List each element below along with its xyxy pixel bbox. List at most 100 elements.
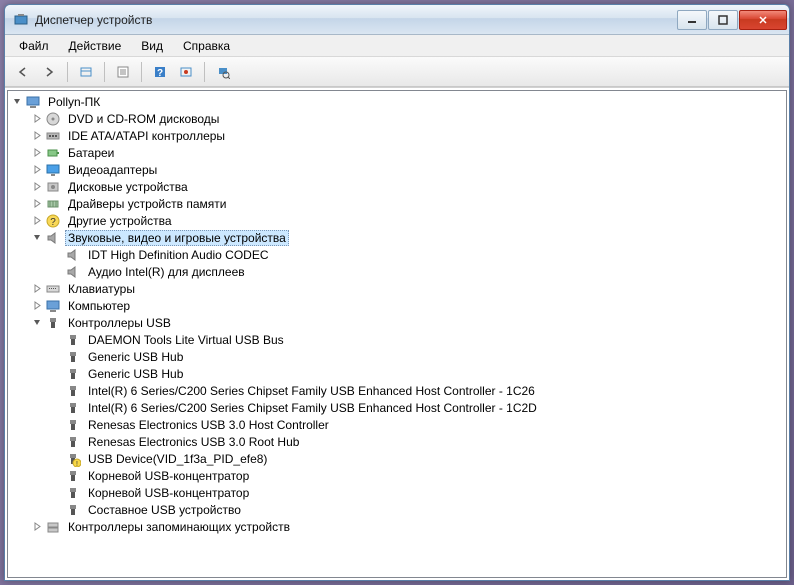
usb-icon: [65, 400, 81, 416]
tree-device-intel2[interactable]: Intel(R) 6 Series/C200 Series Chipset Fa…: [8, 399, 786, 416]
keyboard-icon: [45, 281, 61, 297]
tree-device-intel1[interactable]: Intel(R) 6 Series/C200 Series Chipset Fa…: [8, 382, 786, 399]
tree-device-roothub2[interactable]: Корневой USB-концентратор: [8, 484, 786, 501]
tree-device-renesas2[interactable]: Renesas Electronics USB 3.0 Root Hub: [8, 433, 786, 450]
expand-icon[interactable]: [32, 147, 43, 158]
properties-button[interactable]: [111, 60, 135, 84]
node-label-selected: Звуковые, видео и игровые устройства: [65, 230, 289, 246]
node-label: USB Device(VID_1f3a_PID_efe8): [85, 451, 270, 467]
tree-category-memory[interactable]: Драйверы устройств памяти: [8, 195, 786, 212]
tree-category-other[interactable]: ? Другие устройства: [8, 212, 786, 229]
tree-device-generichub2[interactable]: Generic USB Hub: [8, 365, 786, 382]
node-label: Аудио Intel(R) для дисплеев: [85, 264, 248, 280]
usb-warning-icon: !: [65, 451, 81, 467]
minimize-button[interactable]: [677, 10, 707, 30]
tree-category-keyboard[interactable]: Клавиатуры: [8, 280, 786, 297]
device-tree[interactable]: Pollyn-ПК DVD и CD-ROM дисководы IDE ATA…: [7, 90, 787, 578]
menu-action[interactable]: Действие: [61, 36, 130, 56]
node-label: Контроллеры USB: [65, 315, 174, 331]
expand-icon[interactable]: [32, 283, 43, 294]
scan-button[interactable]: [174, 60, 198, 84]
node-label: DVD и CD-ROM дисководы: [65, 111, 222, 127]
disk-icon: [45, 179, 61, 195]
tree-device-idt[interactable]: IDT High Definition Audio CODEC: [8, 246, 786, 263]
toolbar-separator: [204, 62, 205, 82]
expand-icon[interactable]: [32, 300, 43, 311]
question-icon: ?: [45, 213, 61, 229]
expand-icon[interactable]: [32, 215, 43, 226]
node-label: Дисковые устройства: [65, 179, 191, 195]
speaker-icon: [45, 230, 61, 246]
tree-category-video[interactable]: Видеоадаптеры: [8, 161, 786, 178]
toolbar-separator: [141, 62, 142, 82]
usb-icon: [65, 417, 81, 433]
tree-device-usbunknown[interactable]: !USB Device(VID_1f3a_PID_efe8): [8, 450, 786, 467]
usb-icon: [65, 366, 81, 382]
menubar: Файл Действие Вид Справка: [5, 35, 789, 57]
tree-category-dvd[interactable]: DVD и CD-ROM дисководы: [8, 110, 786, 127]
titlebar[interactable]: Диспетчер устройств: [5, 5, 789, 35]
tree-category-sound[interactable]: Звуковые, видео и игровые устройства: [8, 229, 786, 246]
usb-icon: [65, 383, 81, 399]
tree-root[interactable]: Pollyn-ПК: [8, 93, 786, 110]
usb-icon: [65, 468, 81, 484]
usb-icon: [65, 349, 81, 365]
node-label: Generic USB Hub: [85, 366, 186, 382]
computer-icon: [45, 298, 61, 314]
show-hidden-button[interactable]: [74, 60, 98, 84]
node-label: Intel(R) 6 Series/C200 Series Chipset Fa…: [85, 400, 540, 416]
collapse-icon[interactable]: [32, 317, 43, 328]
tree-device-generichub1[interactable]: Generic USB Hub: [8, 348, 786, 365]
tree-category-battery[interactable]: Батареи: [8, 144, 786, 161]
tree-device-daemon[interactable]: DAEMON Tools Lite Virtual USB Bus: [8, 331, 786, 348]
node-label: Батареи: [65, 145, 117, 161]
collapse-icon[interactable]: [12, 96, 23, 107]
node-label: IDT High Definition Audio CODEC: [85, 247, 272, 263]
toolbar: ?: [5, 57, 789, 87]
tree-device-renesas1[interactable]: Renesas Electronics USB 3.0 Host Control…: [8, 416, 786, 433]
node-label: Драйверы устройств памяти: [65, 196, 229, 212]
device-manager-window: Диспетчер устройств Файл Действие Вид Сп…: [4, 4, 790, 581]
nav-back-button[interactable]: [11, 60, 35, 84]
node-label: Другие устройства: [65, 213, 175, 229]
app-icon: [13, 12, 29, 28]
usb-icon: [65, 502, 81, 518]
tree-category-ide[interactable]: IDE ATA/ATAPI контроллеры: [8, 127, 786, 144]
node-label: Renesas Electronics USB 3.0 Root Hub: [85, 434, 302, 450]
controller-icon: [45, 128, 61, 144]
usb-icon: [65, 332, 81, 348]
maximize-button[interactable]: [708, 10, 738, 30]
menu-help[interactable]: Справка: [175, 36, 238, 56]
node-label: Корневой USB-концентратор: [85, 468, 252, 484]
tree-category-disk[interactable]: Дисковые устройства: [8, 178, 786, 195]
svg-text:?: ?: [157, 68, 163, 79]
tree-device-roothub1[interactable]: Корневой USB-концентратор: [8, 467, 786, 484]
expand-icon[interactable]: [32, 181, 43, 192]
toolbar-separator: [104, 62, 105, 82]
node-label: IDE ATA/ATAPI контроллеры: [65, 128, 228, 144]
expand-icon[interactable]: [32, 113, 43, 124]
node-label: Intel(R) 6 Series/C200 Series Chipset Fa…: [85, 383, 538, 399]
node-label: Pollyn-ПК: [45, 94, 103, 110]
tree-device-intelaudio[interactable]: Аудио Intel(R) для дисплеев: [8, 263, 786, 280]
node-label: Видеоадаптеры: [65, 162, 160, 178]
scan-hardware-button[interactable]: [211, 60, 235, 84]
tree-category-computer[interactable]: Компьютер: [8, 297, 786, 314]
close-button[interactable]: [739, 10, 787, 30]
nav-forward-button[interactable]: [37, 60, 61, 84]
expand-icon[interactable]: [32, 521, 43, 532]
svg-text:?: ?: [50, 217, 56, 228]
expand-icon[interactable]: [32, 164, 43, 175]
help-button[interactable]: ?: [148, 60, 172, 84]
tree-category-usb[interactable]: Контроллеры USB: [8, 314, 786, 331]
collapse-icon[interactable]: [32, 232, 43, 243]
tree-category-storage[interactable]: Контроллеры запоминающих устройств: [8, 518, 786, 535]
expand-icon[interactable]: [32, 198, 43, 209]
expand-icon[interactable]: [32, 130, 43, 141]
node-label: DAEMON Tools Lite Virtual USB Bus: [85, 332, 287, 348]
node-label: Составное USB устройство: [85, 502, 244, 518]
node-label: Клавиатуры: [65, 281, 138, 297]
tree-device-composite[interactable]: Составное USB устройство: [8, 501, 786, 518]
menu-file[interactable]: Файл: [11, 36, 57, 56]
menu-view[interactable]: Вид: [133, 36, 171, 56]
